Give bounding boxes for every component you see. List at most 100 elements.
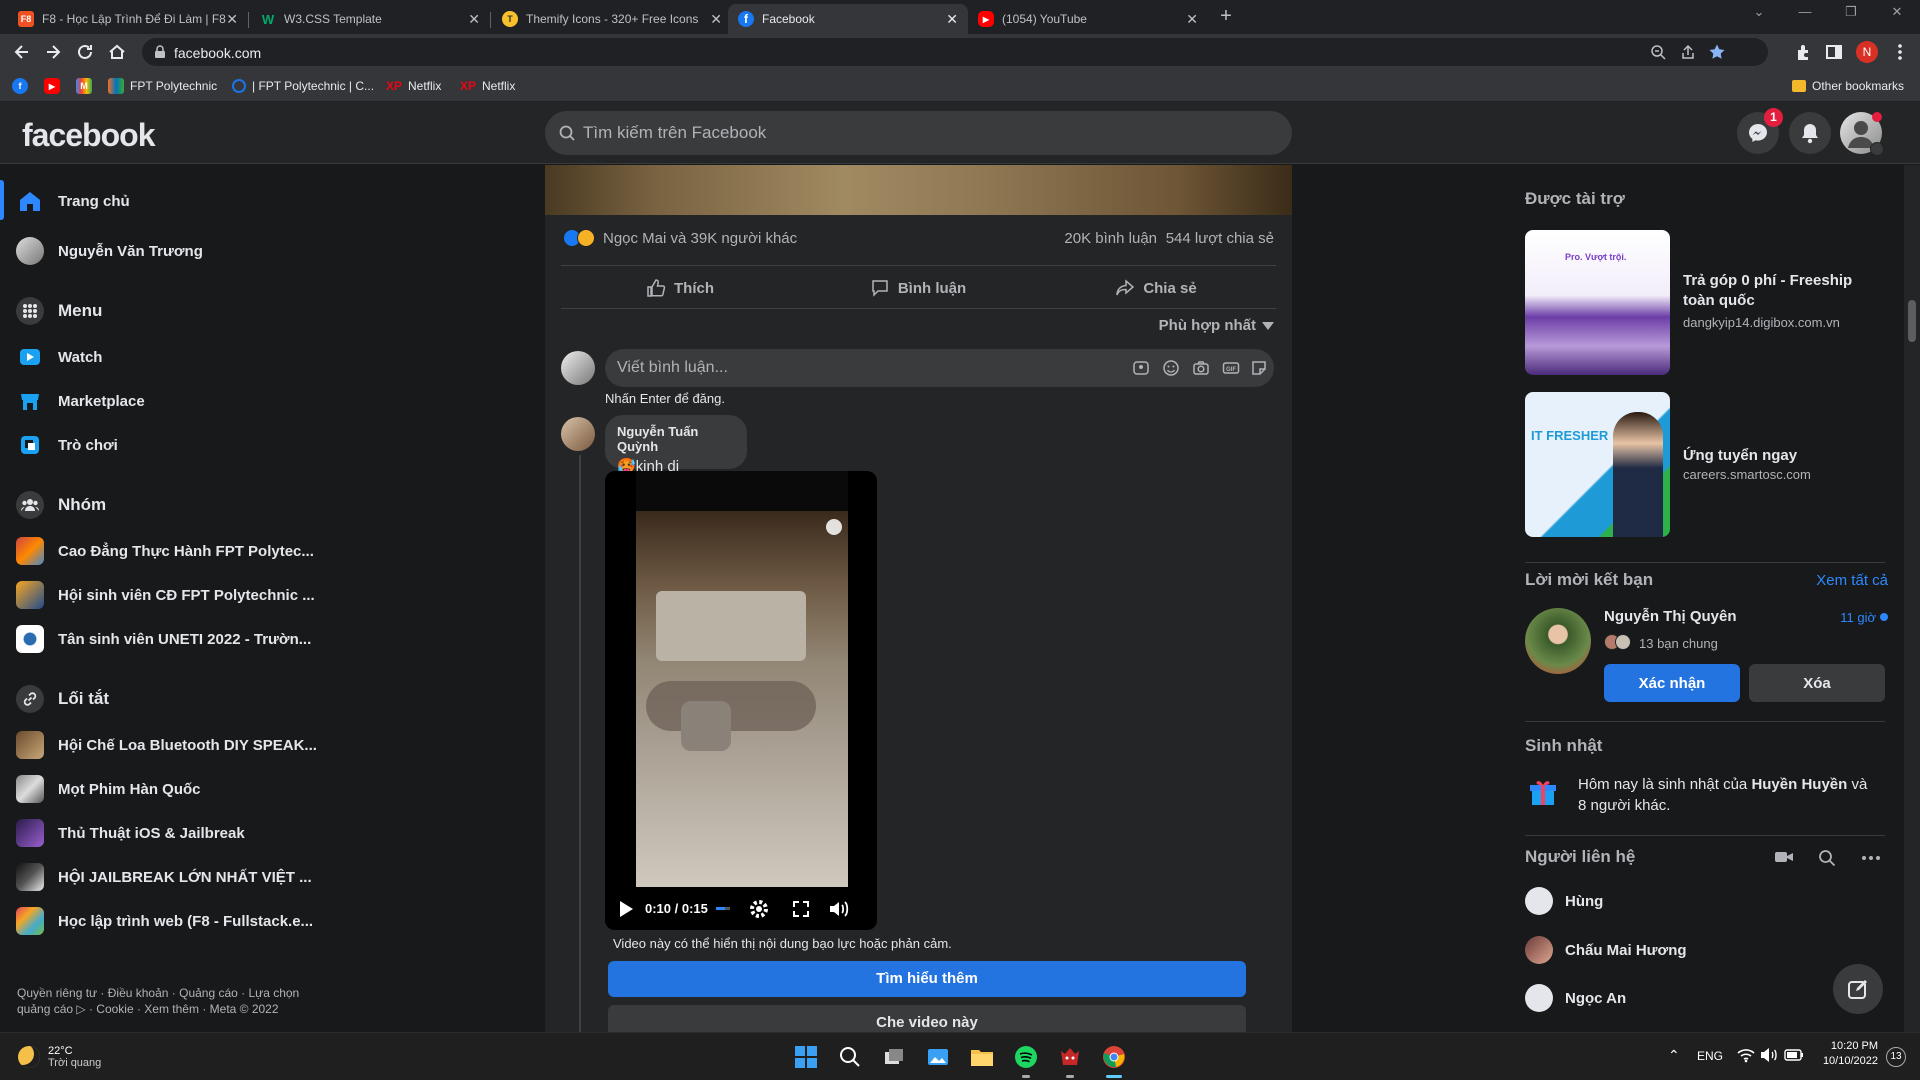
search-input[interactable]	[583, 111, 1273, 155]
tab-search-icon[interactable]: ⌄	[1744, 4, 1774, 20]
browser-tab-facebook[interactable]: f Facebook ✕	[728, 4, 968, 34]
birthday-text[interactable]: Hôm nay là sinh nhật của Huyền Huyền và …	[1578, 774, 1878, 816]
ad-url[interactable]: careers.smartosc.com	[1683, 467, 1811, 482]
post-image[interactable]	[545, 165, 1292, 215]
bookmark-netflix-1[interactable]: XP Netflix	[386, 77, 441, 95]
comment-author-avatar[interactable]	[561, 417, 595, 451]
show-hidden-icons[interactable]: ⌃	[1668, 1047, 1680, 1064]
close-tab-icon[interactable]: ✕	[1186, 11, 1198, 28]
commenter-avatar[interactable]	[561, 351, 595, 385]
address-bar[interactable]: facebook.com	[142, 38, 1768, 66]
close-tab-icon[interactable]: ✕	[710, 11, 722, 28]
play-icon[interactable]	[617, 900, 635, 918]
mutual-friends-count[interactable]: 13 bạn chung	[1639, 636, 1718, 651]
group-item[interactable]: Tân sinh viên UNETI 2022 - Trườn...	[16, 619, 311, 659]
side-panel-icon[interactable]	[1824, 42, 1844, 62]
extensions-icon[interactable]	[1794, 42, 1814, 62]
group-item[interactable]: Cao Đẳng Thực Hành FPT Polytec...	[16, 531, 314, 571]
weather-widget[interactable]: 22°C Trời quang	[18, 1041, 101, 1073]
messenger-button[interactable]: 1	[1737, 108, 1783, 154]
search-bar[interactable]	[545, 111, 1292, 155]
hide-video-button[interactable]: Che video này	[608, 1005, 1246, 1032]
nav-menu[interactable]: Menu	[16, 291, 102, 331]
lock-icon[interactable]	[154, 45, 166, 59]
hide-eye-icon[interactable]	[826, 519, 842, 535]
bookmark-gmail[interactable]: M	[76, 77, 98, 95]
file-explorer-icon[interactable]	[968, 1043, 996, 1071]
comment-button[interactable]: Bình luận	[799, 266, 1037, 310]
wifi-icon[interactable]	[1737, 1047, 1755, 1063]
nav-groups[interactable]: Nhóm	[16, 485, 106, 525]
minimize-icon[interactable]: —	[1790, 4, 1820, 19]
comments-count[interactable]: 20K bình luận	[1064, 230, 1157, 247]
nav-gaming[interactable]: Trò chơi	[16, 425, 118, 465]
task-view-icon[interactable]	[880, 1043, 908, 1071]
comment-composer[interactable]: GIF	[605, 349, 1274, 387]
browser-tab-w3css[interactable]: W W3.CSS Template ✕	[250, 4, 490, 34]
nav-home[interactable]: Trang chủ	[16, 181, 130, 221]
video-frame[interactable]	[636, 511, 848, 887]
close-tab-icon[interactable]: ✕	[226, 11, 238, 28]
shortcut-item[interactable]: Hội Chế Loa Bluetooth DIY SPEAK...	[16, 725, 317, 765]
shortcut-item[interactable]: HỘI JAILBREAK LỚN NHẤT VIỆT ...	[16, 857, 312, 897]
home-icon[interactable]	[107, 42, 127, 62]
back-icon[interactable]	[12, 42, 32, 62]
close-tab-icon[interactable]: ✕	[946, 11, 958, 28]
chrome-icon[interactable]	[1100, 1043, 1128, 1071]
new-message-button[interactable]	[1833, 964, 1883, 1014]
see-all-link[interactable]: Xem tất cả	[1816, 572, 1888, 589]
ad-url[interactable]: dangkyip14.digibox.com.vn	[1683, 315, 1840, 330]
page-scrollbar[interactable]	[1904, 165, 1920, 1032]
shares-count[interactable]: 544 lượt chia sẻ	[1166, 230, 1274, 247]
comment-author-name[interactable]: Nguyễn Tuấn Quỳnh	[617, 424, 735, 454]
contact-item[interactable]: Ngọc An	[1525, 980, 1626, 1016]
shortcut-item[interactable]: Học lập trình web (F8 - Fullstack.e...	[16, 901, 313, 941]
language-indicator[interactable]: ENG	[1697, 1049, 1723, 1063]
comment-video-player[interactable]: 0:10 / 0:15	[605, 471, 877, 930]
zoom-icon[interactable]	[1650, 44, 1666, 60]
bookmark-netflix-2[interactable]: XP Netflix	[460, 77, 515, 95]
other-bookmarks[interactable]: Other bookmarks	[1792, 77, 1904, 95]
video-progress-track[interactable]	[715, 907, 730, 910]
browser-tab-youtube[interactable]: ▶ (1054) YouTube ✕	[968, 4, 1208, 34]
nav-marketplace[interactable]: Marketplace	[16, 381, 145, 421]
ad-image-iphone[interactable]: Pro. Vượt trội.	[1525, 230, 1670, 375]
more-menu-icon[interactable]	[1890, 42, 1910, 62]
spotify-icon[interactable]	[1012, 1043, 1040, 1071]
close-tab-icon[interactable]: ✕	[468, 11, 480, 28]
browser-tab-themify[interactable]: T Themify Icons - 320+ Free Icons ✕	[492, 4, 732, 34]
battery-icon[interactable]	[1784, 1048, 1804, 1062]
photos-app-icon[interactable]	[924, 1043, 952, 1071]
facebook-logo[interactable]: facebook	[22, 117, 155, 154]
new-tab-button[interactable]: +	[1215, 5, 1237, 27]
notifications-button[interactable]	[1789, 112, 1831, 154]
more-options-icon[interactable]	[1861, 849, 1881, 867]
new-room-icon[interactable]	[1774, 849, 1794, 865]
notification-badge[interactable]: 13	[1886, 1047, 1906, 1067]
gif-icon[interactable]: GIF	[1222, 359, 1240, 377]
bookmark-fpt-polytechnic[interactable]: FPT Polytechnic	[108, 77, 217, 95]
scrollbar-thumb[interactable]	[1908, 300, 1916, 342]
emoji-icon[interactable]	[1162, 359, 1180, 377]
nav-shortcuts[interactable]: Lối tắt	[16, 679, 109, 719]
nav-watch[interactable]: Watch	[16, 337, 102, 377]
ad-title[interactable]: Ứng tuyển ngay	[1683, 446, 1888, 466]
bookmark-youtube[interactable]: ▶	[44, 77, 66, 95]
shortcut-item[interactable]: Thủ Thuật iOS & Jailbreak	[16, 813, 245, 853]
forward-icon[interactable]	[43, 42, 63, 62]
contact-item[interactable]: Chấu Mai Hương	[1525, 932, 1687, 968]
share-button[interactable]: Chia sẻ	[1037, 266, 1275, 310]
reactions-text[interactable]: Ngọc Mai và 39K người khác	[603, 230, 797, 247]
comment-sort-dropdown[interactable]: Phù hợp nhất	[1159, 317, 1274, 334]
friend-request-name[interactable]: Nguyễn Thị Quyên	[1604, 608, 1737, 625]
gear-icon[interactable]	[748, 898, 770, 920]
learn-more-button[interactable]: Tìm hiểu thêm	[608, 961, 1246, 997]
bookmark-star-icon[interactable]	[1708, 43, 1726, 61]
speaker-icon[interactable]	[1760, 1047, 1778, 1063]
volume-icon[interactable]	[828, 899, 850, 919]
account-button[interactable]	[1840, 112, 1884, 156]
bookmark-fpt-c[interactable]: | FPT Polytechnic | C...	[232, 77, 374, 95]
like-button[interactable]: Thích	[561, 266, 799, 310]
delete-request-button[interactable]: Xóa	[1749, 664, 1885, 702]
ad-title[interactable]: Trả góp 0 phí - Freeship toàn quốc	[1683, 271, 1888, 311]
